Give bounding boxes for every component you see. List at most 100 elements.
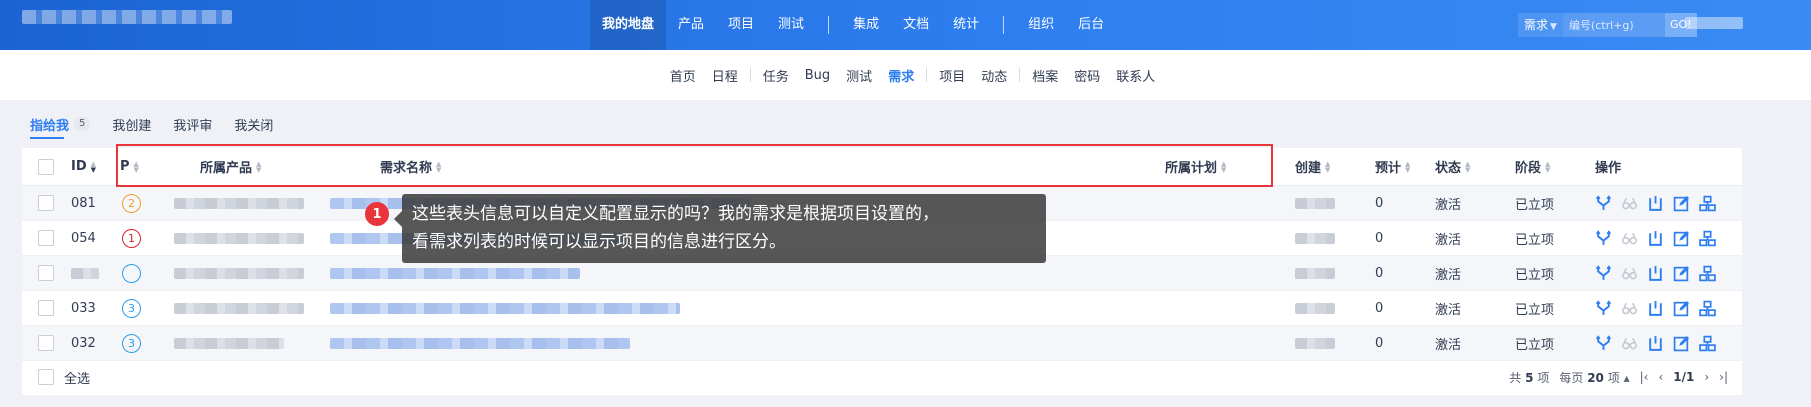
row-title-link[interactable]	[330, 291, 680, 325]
col-creator[interactable]: 创建 ▲ ▼	[1295, 148, 1330, 185]
create-case-icon[interactable]	[1699, 195, 1716, 212]
table-row[interactable]: 032 3 0 激活 已立项	[22, 326, 1742, 361]
close-story-icon[interactable]	[1647, 195, 1664, 212]
app-brand-blurred[interactable]	[22, 10, 232, 24]
row-product[interactable]	[174, 221, 304, 255]
select-all[interactable]: 全选	[38, 359, 90, 395]
per-page-select[interactable]: 每页 20 项 ▴	[1559, 369, 1629, 386]
col-label: 阶段	[1515, 161, 1542, 176]
col-id[interactable]: ID ▲ ▼	[71, 148, 96, 185]
select-all-checkbox[interactable]	[38, 369, 54, 385]
search-type-select[interactable]: 需求 ▼	[1518, 13, 1563, 37]
review-icon[interactable]	[1621, 335, 1638, 352]
row-checkbox-cell	[38, 186, 54, 220]
edit-icon[interactable]	[1673, 335, 1690, 352]
col-stage[interactable]: 阶段 ▲ ▼	[1515, 148, 1550, 185]
col-label: 操作	[1595, 161, 1622, 176]
subnav-password[interactable]: 密码	[1066, 66, 1108, 85]
row-checkbox[interactable]	[38, 230, 54, 246]
nav-my-dashboard[interactable]: 我的地盘	[590, 0, 667, 50]
subnav-testcase[interactable]: 测试	[838, 66, 880, 85]
row-title-link[interactable]	[330, 326, 630, 360]
priority-badge: 3	[122, 298, 141, 318]
per-page-suffix: 项	[1607, 370, 1620, 385]
row-checkbox[interactable]	[38, 195, 54, 211]
subnav-task[interactable]: 任务	[755, 66, 797, 85]
row-status: 激活	[1435, 197, 1462, 213]
close-story-icon[interactable]	[1647, 335, 1664, 352]
nav-admin[interactable]: 后台	[1066, 0, 1116, 50]
sort-icon: ▲ ▼	[1545, 159, 1551, 174]
header-checkbox[interactable]	[38, 158, 54, 175]
row-product[interactable]	[174, 326, 284, 360]
priority-badge: 3	[122, 333, 141, 353]
row-checkbox[interactable]	[38, 300, 54, 316]
create-case-icon[interactable]	[1699, 300, 1716, 317]
split-icon[interactable]	[1595, 299, 1612, 317]
edit-icon[interactable]	[1673, 300, 1690, 317]
review-icon[interactable]	[1621, 195, 1638, 212]
last-page-icon[interactable]: ›|	[1719, 370, 1728, 384]
col-status[interactable]: 状态 ▲ ▼	[1435, 148, 1470, 185]
create-case-icon[interactable]	[1699, 230, 1716, 247]
search-input[interactable]	[1562, 13, 1665, 37]
subnav-calendar[interactable]: 日程	[704, 66, 746, 85]
tab-closed-by-me[interactable]: 我关闭	[234, 112, 273, 136]
tab-reviewed-by-me[interactable]: 我评审	[173, 112, 212, 136]
row-actions	[1595, 291, 1716, 325]
nav-doc[interactable]: 文档	[891, 0, 941, 50]
row-product[interactable]	[174, 186, 304, 220]
edit-icon[interactable]	[1673, 195, 1690, 212]
blurred-creator	[1295, 337, 1335, 349]
row-product[interactable]	[174, 291, 304, 325]
edit-icon[interactable]	[1673, 265, 1690, 282]
nav-statistics[interactable]: 统计	[941, 0, 991, 50]
next-page-icon[interactable]: ›	[1704, 370, 1709, 384]
filter-tabs: 指给我 5 我创建 我评审 我关闭	[30, 112, 295, 139]
split-icon[interactable]	[1595, 334, 1612, 352]
tab-created-by-me[interactable]: 我创建	[112, 112, 151, 136]
row-estimate: 0	[1375, 300, 1384, 316]
tab-assigned-to-me[interactable]: 指给我 5	[30, 112, 91, 139]
row-checkbox[interactable]	[38, 265, 54, 281]
row-estimate: 0	[1375, 265, 1384, 281]
nav-integration[interactable]: 集成	[841, 0, 891, 50]
split-icon[interactable]	[1595, 194, 1612, 212]
edit-icon[interactable]	[1673, 230, 1690, 247]
table-row[interactable]: 033 3 0 激活 已立项	[22, 291, 1742, 326]
close-story-icon[interactable]	[1647, 230, 1664, 247]
subnav-dynamic[interactable]: 动态	[973, 66, 1015, 85]
subnav-story[interactable]: 需求	[880, 66, 922, 85]
subnav-bug[interactable]: Bug	[797, 68, 838, 83]
review-icon[interactable]	[1621, 265, 1638, 282]
count-badge: 5	[74, 117, 91, 131]
nav-product[interactable]: 产品	[666, 0, 716, 50]
review-icon[interactable]	[1621, 300, 1638, 317]
user-menu-blurred[interactable]	[1685, 17, 1743, 29]
total-suffix: 项	[1537, 370, 1550, 385]
prev-page-icon[interactable]: ‹	[1658, 370, 1663, 384]
nav-organization[interactable]: 组织	[1016, 0, 1066, 50]
create-case-icon[interactable]	[1699, 335, 1716, 352]
row-estimate: 0	[1375, 335, 1384, 351]
close-story-icon[interactable]	[1647, 300, 1664, 317]
review-icon[interactable]	[1621, 230, 1638, 247]
sort-icon: ▲ ▼	[1465, 159, 1471, 174]
split-icon[interactable]	[1595, 229, 1612, 247]
nav-project[interactable]: 项目	[716, 0, 766, 50]
subnav-profile[interactable]: 档案	[1024, 66, 1066, 85]
subnav-contacts[interactable]: 联系人	[1108, 66, 1163, 85]
subnav-home[interactable]: 首页	[662, 66, 704, 85]
row-checkbox[interactable]	[38, 335, 54, 351]
split-icon[interactable]	[1595, 264, 1612, 282]
first-page-icon[interactable]: |‹	[1640, 370, 1649, 384]
row-actions	[1595, 221, 1716, 255]
nav-divider	[828, 16, 830, 34]
row-product[interactable]	[174, 256, 304, 290]
col-estimate[interactable]: 预计 ▲ ▼	[1375, 148, 1410, 185]
create-case-icon[interactable]	[1699, 265, 1716, 282]
subnav-project[interactable]: 项目	[931, 66, 973, 85]
close-story-icon[interactable]	[1647, 265, 1664, 282]
nav-test[interactable]: 测试	[766, 0, 816, 50]
row-status: 激活	[1435, 267, 1462, 283]
